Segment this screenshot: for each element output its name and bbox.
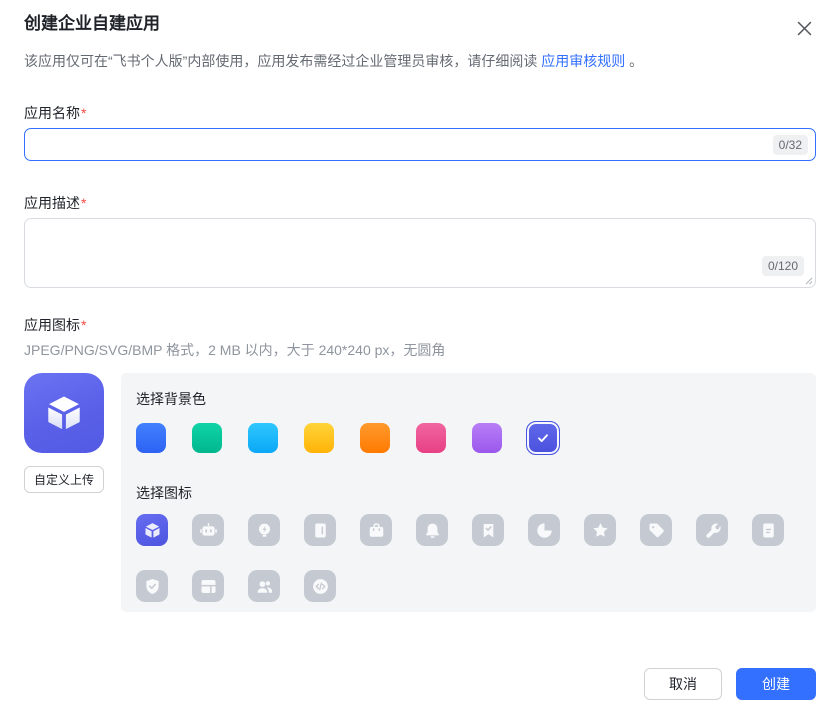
app-description-field: 0/120 — [24, 218, 816, 288]
bulb-icon — [258, 523, 270, 537]
layout-icon — [201, 579, 215, 593]
book-icon — [314, 523, 326, 537]
color-swatch-blue[interactable] — [136, 423, 166, 453]
icon-option-document-icon[interactable] — [752, 514, 784, 546]
color-swatch-row — [136, 421, 800, 455]
briefcase-icon — [369, 522, 383, 537]
app-name-input[interactable] — [24, 128, 816, 161]
cube-icon — [48, 396, 80, 430]
app-description-label: 应用描述* — [24, 193, 816, 213]
app-icon-hint: JPEG/PNG/SVG/BMP 格式，2 MB 以内，大于 240*240 p… — [24, 342, 446, 358]
color-swatch-violet[interactable] — [472, 423, 502, 453]
resize-handle-icon[interactable] — [804, 276, 813, 285]
icon-grid — [136, 514, 800, 602]
check-icon — [538, 434, 548, 442]
color-swatch-teal[interactable] — [192, 423, 222, 453]
required-asterisk: * — [81, 195, 87, 211]
tag-icon — [649, 523, 664, 537]
code-icon — [312, 578, 328, 594]
icon-option-robot-icon[interactable] — [192, 514, 224, 546]
icon-option-wrench-icon[interactable] — [696, 514, 728, 546]
icon-option-people-icon[interactable] — [248, 570, 280, 602]
required-asterisk: * — [81, 317, 87, 333]
star-icon — [592, 522, 608, 537]
icon-option-star-icon[interactable] — [584, 514, 616, 546]
people-icon — [257, 580, 272, 593]
icon-option-shield-icon[interactable] — [136, 570, 168, 602]
dialog-header: 创建企业自建应用 — [24, 14, 816, 40]
icon-option-code-icon[interactable] — [304, 570, 336, 602]
app-icon-preview — [24, 373, 104, 453]
color-swatch-indigo[interactable] — [526, 421, 560, 455]
create-button[interactable]: 创建 — [736, 668, 816, 700]
color-swatch-orange[interactable] — [360, 423, 390, 453]
app-name-label: 应用名称* — [24, 103, 816, 123]
dialog-footer: 取消 创建 — [24, 668, 816, 700]
app-name-counter: 0/32 — [772, 134, 808, 155]
icon-option-cube-icon[interactable] — [136, 514, 168, 546]
app-description-label-text: 应用描述 — [24, 195, 80, 211]
bell-icon — [425, 523, 439, 538]
create-app-dialog: 创建企业自建应用 该应用仅可在“飞书个人版”内部使用，应用发布需经过企业管理员审… — [0, 0, 832, 714]
document-icon — [762, 523, 774, 537]
app-icon-label: 应用图标* — [24, 315, 816, 335]
required-asterisk: * — [81, 105, 87, 121]
icon-option-bookmark-icon[interactable] — [472, 514, 504, 546]
cancel-button[interactable]: 取消 — [644, 668, 722, 700]
icon-picker-title: 选择图标 — [136, 485, 192, 501]
icon-preview-column: 自定义上传 — [24, 373, 104, 612]
icon-settings-panel: 选择背景色 选择图标 — [121, 373, 816, 612]
icon-option-briefcase-icon[interactable] — [360, 514, 392, 546]
app-icon-label-text: 应用图标 — [24, 317, 80, 333]
pie-icon — [536, 522, 552, 538]
app-description-counter: 0/120 — [761, 256, 804, 276]
color-swatch-amber[interactable] — [304, 423, 334, 453]
custom-upload-button[interactable]: 自定义上传 — [24, 466, 104, 493]
icon-option-layout-icon[interactable] — [192, 570, 224, 602]
icon-config-row: 自定义上传 选择背景色 选择图标 — [24, 373, 816, 612]
app-description-textarea[interactable] — [24, 218, 816, 288]
app-name-field: 0/32 — [24, 128, 816, 161]
dialog-subtitle: 该应用仅可在“飞书个人版”内部使用，应用发布需经过企业管理员审核，请仔细阅读 应… — [24, 51, 816, 71]
icon-option-book-icon[interactable] — [304, 514, 336, 546]
icon-option-tag-icon[interactable] — [640, 514, 672, 546]
close-button[interactable] — [792, 16, 816, 40]
shield-icon — [145, 578, 159, 594]
bookmark-icon — [483, 523, 493, 537]
color-swatch-sky[interactable] — [248, 423, 278, 453]
icon-option-bell-icon[interactable] — [416, 514, 448, 546]
subtitle-suffix: 。 — [629, 53, 644, 69]
subtitle-text: 该应用仅可在“飞书个人版”内部使用，应用发布需经过企业管理员审核，请仔细阅读 — [24, 53, 538, 69]
color-swatch-rose[interactable] — [416, 423, 446, 453]
app-review-rules-link[interactable]: 应用审核规则 — [541, 53, 625, 69]
app-name-label-text: 应用名称 — [24, 105, 80, 121]
bg-color-title: 选择背景色 — [136, 391, 206, 407]
icon-option-bulb-icon[interactable] — [248, 514, 280, 546]
close-icon — [797, 21, 811, 35]
dialog-title: 创建企业自建应用 — [24, 14, 160, 33]
wrench-icon — [705, 523, 721, 538]
icon-option-pie-icon[interactable] — [528, 514, 560, 546]
robot-icon — [199, 522, 217, 536]
cube-icon — [145, 522, 159, 538]
